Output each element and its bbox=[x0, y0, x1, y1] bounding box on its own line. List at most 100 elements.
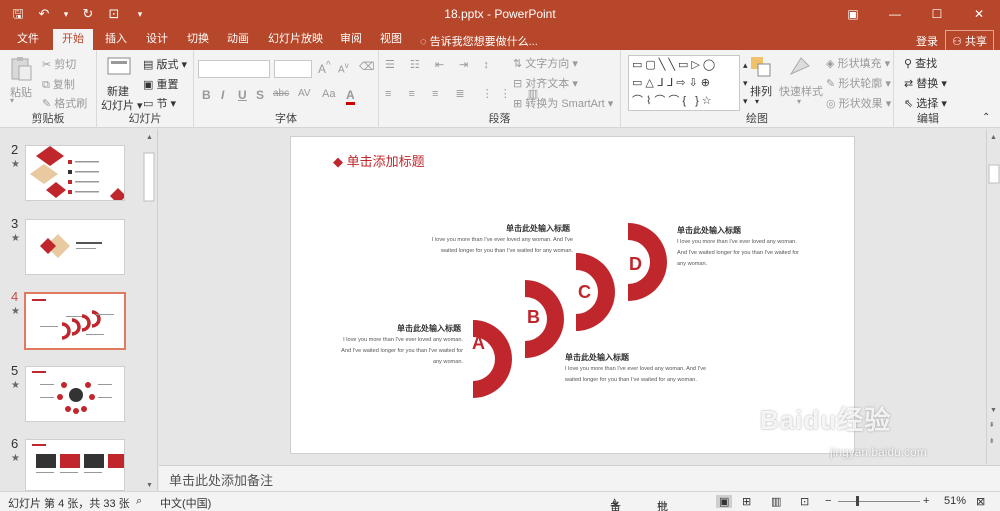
slide-thumbnail-2[interactable] bbox=[25, 145, 125, 201]
decrease-font-icon[interactable]: Av bbox=[338, 60, 349, 75]
zoom-slider-thumb[interactable] bbox=[855, 496, 859, 506]
text-direction-icon: ⇅ bbox=[513, 58, 526, 70]
paragraph-group: ☰ ☷ ⇤ ⇥ ↕ ≡ ≡ ≡ ≣ ⋮⋮ ▥ ⇅ 文字方向 ▾ ⊟ 对齐文本 ▾… bbox=[379, 50, 621, 128]
strikethrough-button[interactable]: S bbox=[256, 88, 264, 102]
zoom-slider-track[interactable] bbox=[838, 501, 920, 502]
text-shadow-button[interactable]: abc bbox=[273, 88, 289, 99]
share-button[interactable]: ⚇ 共享 bbox=[945, 30, 994, 52]
spellcheck-icon[interactable]: ⌕ bbox=[136, 495, 142, 508]
quick-styles-dropdown-icon[interactable]: ▾ bbox=[797, 97, 801, 106]
slide-number: 2 bbox=[11, 142, 19, 157]
ribbon-tab-bar: 文件 开始 插入 设计 切换 动画 幻灯片放映 审阅 视图 ◌ 告诉我您想要做什… bbox=[0, 29, 1000, 52]
quick-styles-icon[interactable] bbox=[787, 54, 813, 80]
clear-format-icon[interactable]: ⌫ bbox=[359, 60, 375, 73]
reset-button[interactable]: ▣ 重置 bbox=[143, 76, 178, 92]
select-button[interactable]: ⇖ 选择 ▾ bbox=[904, 95, 947, 111]
italic-button[interactable]: I bbox=[221, 88, 224, 102]
tell-me-search[interactable]: ◌ 告诉我您想要做什么... bbox=[420, 33, 538, 49]
copy-button[interactable]: ⧉ 复制 bbox=[42, 76, 75, 92]
arrange-button[interactable]: 排列 bbox=[750, 83, 772, 99]
slide-thumbnail-3[interactable] bbox=[25, 219, 125, 275]
drawing-group: ▭▢╲╲▭▷◯ ▭△ᒧᒧ⇨⇩⊕ ⌒⌇⌒⌒{ }☆ ▴ ▾ ▾ 排列 ▾ 快速样式 ▾ ◈… bbox=[621, 50, 894, 128]
ribbon: 粘贴 ▾ ✂ 剪切 ⧉ 复制 ✎ 格式刷 剪贴板 新建 幻灯片 ▾ ▤ 版式 ▾… bbox=[0, 50, 1000, 128]
fit-to-window-icon[interactable]: ⊠ bbox=[976, 495, 985, 508]
font-name-combo[interactable] bbox=[198, 60, 270, 78]
zoom-out-button[interactable]: − bbox=[825, 495, 831, 507]
arrange-dropdown-icon[interactable]: ▾ bbox=[755, 97, 759, 106]
paragraph-label: 段落 bbox=[488, 113, 511, 125]
paste-dropdown-icon[interactable]: ▾ bbox=[10, 96, 14, 105]
tab-file[interactable]: 文件 bbox=[8, 29, 48, 50]
animation-star-icon: ★ bbox=[11, 453, 20, 464]
text-block-heading: 单击此处输入标题 bbox=[506, 224, 570, 233]
text-direction-button[interactable]: ⇅ 文字方向 ▾ bbox=[513, 55, 578, 71]
replace-button[interactable]: ⇄ 替换 ▾ bbox=[904, 75, 947, 91]
reading-view-icon[interactable]: ▥ bbox=[771, 495, 781, 508]
letter-b: B bbox=[527, 307, 540, 327]
status-bar: 幻灯片 第 4 张，共 33 张 ⌕ 中文(中国) ≜ 备注 ▭ 批注 ▣ ⊞ … bbox=[0, 491, 1000, 511]
shapes-gallery[interactable]: ▭▢╲╲▭▷◯ ▭△ᒧᒧ⇨⇩⊕ ⌒⌇⌒⌒{ }☆ bbox=[628, 55, 740, 111]
character-spacing-button[interactable]: AV bbox=[298, 88, 311, 99]
find-button[interactable]: ⚲ 查找 bbox=[904, 55, 937, 71]
lightbulb-icon: ◌ bbox=[420, 36, 430, 48]
shape-fill-button[interactable]: ◈ 形状填充 ▾ bbox=[826, 55, 890, 71]
slides-label: 幻灯片 bbox=[128, 113, 162, 125]
new-slide-icon[interactable] bbox=[106, 54, 132, 80]
slide-number: 6 bbox=[11, 436, 19, 451]
thumbnail-3-preview bbox=[40, 234, 102, 258]
ribbon-display-options-icon[interactable]: ▣ bbox=[832, 0, 874, 29]
tab-review[interactable]: 审阅 bbox=[331, 29, 371, 50]
format-painter-button[interactable]: ✎ 格式刷 bbox=[42, 95, 87, 111]
layout-button[interactable]: ▤ 版式 ▾ bbox=[143, 56, 187, 72]
arrange-icon[interactable] bbox=[748, 54, 774, 80]
shape-effects-button[interactable]: ◎ 形状效果 ▾ bbox=[826, 95, 891, 111]
maximize-icon[interactable]: ☐ bbox=[916, 0, 958, 29]
font-size-combo[interactable] bbox=[274, 60, 312, 78]
tab-animations[interactable]: 动画 bbox=[218, 29, 258, 50]
slides-group: 新建 幻灯片 ▾ ▤ 版式 ▾ ▣ 重置 ▭ 节 ▾ 幻灯片 bbox=[97, 50, 194, 128]
font-label: 字体 bbox=[275, 113, 297, 125]
bold-button[interactable]: B bbox=[202, 88, 211, 102]
smartart-button[interactable]: ⊞ 转换为 SmartArt ▾ bbox=[513, 95, 613, 111]
paste-icon[interactable] bbox=[8, 56, 34, 82]
cut-button[interactable]: ✂ 剪切 bbox=[42, 56, 76, 72]
notes-pane[interactable]: 单击此处添加备注 bbox=[159, 465, 1000, 491]
sign-in-link[interactable]: 登录 bbox=[916, 33, 938, 49]
tab-slideshow[interactable]: 幻灯片放映 bbox=[259, 29, 332, 50]
shapes-gallery-scroll[interactable]: ▴ ▾ ▾ bbox=[743, 56, 748, 110]
slideshow-view-icon[interactable]: ⊡ bbox=[800, 495, 809, 508]
arc-a[interactable] bbox=[473, 320, 512, 398]
tab-view[interactable]: 视图 bbox=[371, 29, 411, 50]
thumbnail-6-preview bbox=[32, 444, 124, 473]
slide-thumbnail-4[interactable] bbox=[24, 292, 126, 350]
tab-transitions[interactable]: 切换 bbox=[178, 29, 218, 50]
copy-icon: ⧉ bbox=[42, 79, 53, 91]
tab-insert[interactable]: 插入 bbox=[96, 29, 136, 50]
increase-font-icon[interactable]: A^ bbox=[318, 60, 331, 76]
close-icon[interactable]: ✕ bbox=[958, 0, 1000, 29]
zoom-in-button[interactable]: + bbox=[923, 495, 929, 507]
align-text-button[interactable]: ⊟ 对齐文本 ▾ bbox=[513, 75, 578, 91]
list-buttons[interactable]: ☰ ☷ ⇤ ⇥ ↕ bbox=[385, 58, 495, 71]
tab-home[interactable]: 开始 bbox=[53, 29, 93, 50]
slide-sorter-icon[interactable]: ⊞ bbox=[742, 495, 751, 508]
slide-scrollbar[interactable]: ▲ ▼ ⇞ ⇟ bbox=[986, 129, 1000, 464]
text-block-heading: 单击此处输入标题 bbox=[397, 324, 461, 333]
tab-design[interactable]: 设计 bbox=[137, 29, 177, 50]
section-button[interactable]: ▭ 节 ▾ bbox=[143, 95, 176, 111]
minimize-icon[interactable]: — bbox=[874, 0, 916, 29]
underline-button[interactable]: U bbox=[238, 88, 247, 102]
thumbnail-scrollbar[interactable]: ▲ ▼ bbox=[142, 129, 156, 491]
smartart-icon: ⊞ bbox=[513, 98, 526, 110]
zoom-percentage[interactable]: 51% bbox=[944, 495, 966, 507]
slide-counter: 幻灯片 第 4 张，共 33 张 bbox=[8, 498, 130, 510]
change-case-button[interactable]: Aa bbox=[322, 88, 335, 100]
collapse-ribbon-icon[interactable]: ⌃ bbox=[982, 112, 990, 123]
font-color-button[interactable]: A bbox=[346, 88, 355, 105]
shape-outline-button[interactable]: ✎ 形状轮廓 ▾ bbox=[826, 75, 891, 91]
slide-thumbnail-6[interactable] bbox=[25, 439, 125, 491]
language-indicator[interactable]: 中文(中国) bbox=[160, 495, 211, 511]
drawing-label: 绘图 bbox=[746, 113, 768, 125]
slide-thumbnail-5[interactable] bbox=[25, 366, 125, 422]
normal-view-icon[interactable]: ▣ bbox=[716, 495, 733, 508]
